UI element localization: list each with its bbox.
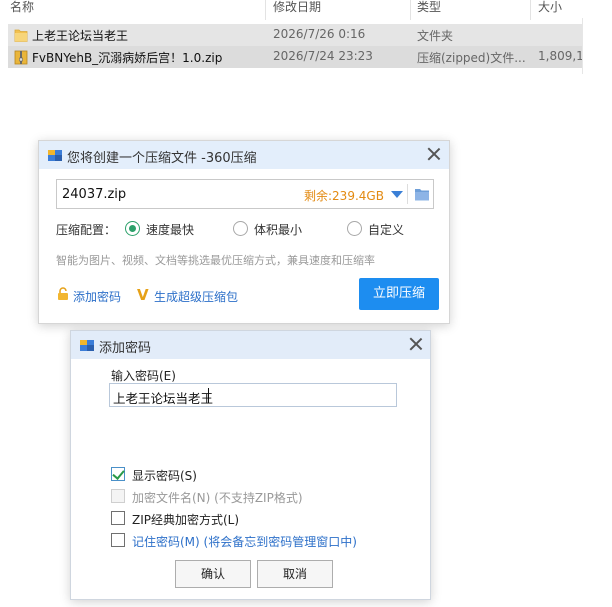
radio-button[interactable]	[233, 221, 248, 236]
radio-label: 速度最快	[146, 223, 195, 237]
list-divider	[582, 18, 583, 74]
dialog-titlebar[interactable]: 添加密码	[71, 331, 430, 359]
file-type: 文件夹	[417, 29, 454, 43]
file-type: 压缩(zipped)文件...	[417, 51, 526, 65]
add-password-dialog: 添加密码 输入密码(E) 上老王论坛当老王 显示密码(S) 加密文件名(N) (…	[70, 330, 431, 600]
close-icon[interactable]	[407, 335, 425, 353]
column-divider[interactable]	[530, 0, 531, 20]
column-header-size[interactable]: 大小	[538, 0, 562, 20]
archive-path-field[interactable]: 24037.zip 剩余:239.4GB	[56, 179, 434, 209]
create-archive-dialog: 您将创建一个压缩文件 -360压缩 24037.zip 剩余:239.4GB 压…	[38, 140, 450, 324]
column-divider[interactable]	[265, 0, 266, 20]
dialog-title: 您将创建一个压缩文件 -360压缩	[67, 151, 257, 166]
show-password-checkbox[interactable]	[111, 467, 125, 481]
free-space-label: 剩余:239.4GB	[304, 189, 384, 203]
checkbox-label: 显示密码(S)	[132, 469, 197, 483]
vip-badge-icon: V	[137, 286, 149, 304]
radio-label: 自定义	[368, 223, 405, 237]
file-size: 1,809,16	[538, 49, 582, 63]
remember-password-checkbox[interactable]	[111, 533, 125, 547]
checkbox-label: 加密文件名(N) (不支持ZIP格式)	[132, 491, 303, 505]
archive-app-icon	[48, 150, 62, 161]
encrypt-filename-checkbox	[111, 489, 125, 503]
confirm-button[interactable]: 确认	[175, 560, 251, 588]
column-header-name[interactable]: 名称	[10, 0, 34, 20]
cancel-button[interactable]: 取消	[257, 560, 333, 588]
super-archive-label[interactable]: 生成超级压缩包	[154, 288, 238, 305]
file-date: 2026/7/24 23:23	[273, 49, 373, 63]
field-divider	[407, 184, 408, 204]
compress-config-label: 压缩配置：	[56, 223, 117, 237]
file-row-zip[interactable]: FvBNYehB_沉溺病娇后宫！1.0.zip 2026/7/24 23:23 …	[8, 46, 582, 68]
file-name: 上老王论坛当老王	[32, 29, 129, 43]
archive-filename[interactable]: 24037.zip	[62, 187, 126, 202]
file-name: FvBNYehB_沉溺病娇后宫！1.0.zip	[32, 51, 223, 65]
file-date: 2026/7/26 0:16	[273, 27, 366, 41]
folder-icon	[14, 29, 28, 42]
file-explorer-list: 名称 修改日期 类型 大小 上老王论坛当老王 2026/7/26 0:16 文件…	[0, 0, 612, 74]
password-input[interactable]: 上老王论坛当老王	[109, 383, 397, 407]
checkbox-label: ZIP经典加密方式(L)	[132, 513, 240, 527]
column-divider[interactable]	[410, 0, 411, 20]
column-header-type[interactable]: 类型	[417, 0, 441, 20]
file-row-folder[interactable]: 上老王论坛当老王 2026/7/26 0:16 文件夹	[8, 24, 582, 46]
text-caret	[208, 388, 209, 403]
archive-app-icon	[80, 340, 94, 351]
browse-folder-icon[interactable]	[414, 187, 430, 201]
dialog-titlebar[interactable]: 您将创建一个压缩文件 -360压缩	[39, 141, 449, 169]
lock-icon	[58, 287, 68, 300]
close-icon[interactable]	[425, 145, 443, 163]
zip-archive-icon	[14, 50, 28, 65]
add-password-label[interactable]: 添加密码	[73, 288, 121, 305]
checkbox-label: 记住密码(M) (将会备忘到密码管理窗口中)	[132, 535, 357, 549]
chevron-down-icon[interactable]	[391, 191, 403, 198]
screen: 名称 修改日期 类型 大小 上老王论坛当老王 2026/7/26 0:16 文件…	[0, 0, 612, 607]
dialog-title: 添加密码	[99, 341, 152, 356]
password-value[interactable]: 上老王论坛当老王	[113, 388, 213, 407]
radio-label: 体积最小	[254, 223, 303, 237]
radio-button[interactable]	[347, 221, 362, 236]
column-header-date[interactable]: 修改日期	[273, 0, 321, 20]
compress-now-button[interactable]: 立即压缩	[359, 278, 439, 310]
password-input-label: 输入密码(E)	[111, 369, 176, 383]
zip-classic-encryption-checkbox[interactable]	[111, 511, 125, 525]
radio-button[interactable]	[125, 221, 140, 236]
compress-hint: 智能为图片、视频、文档等挑选最优压缩方式，兼具速度和压缩率	[56, 254, 375, 267]
